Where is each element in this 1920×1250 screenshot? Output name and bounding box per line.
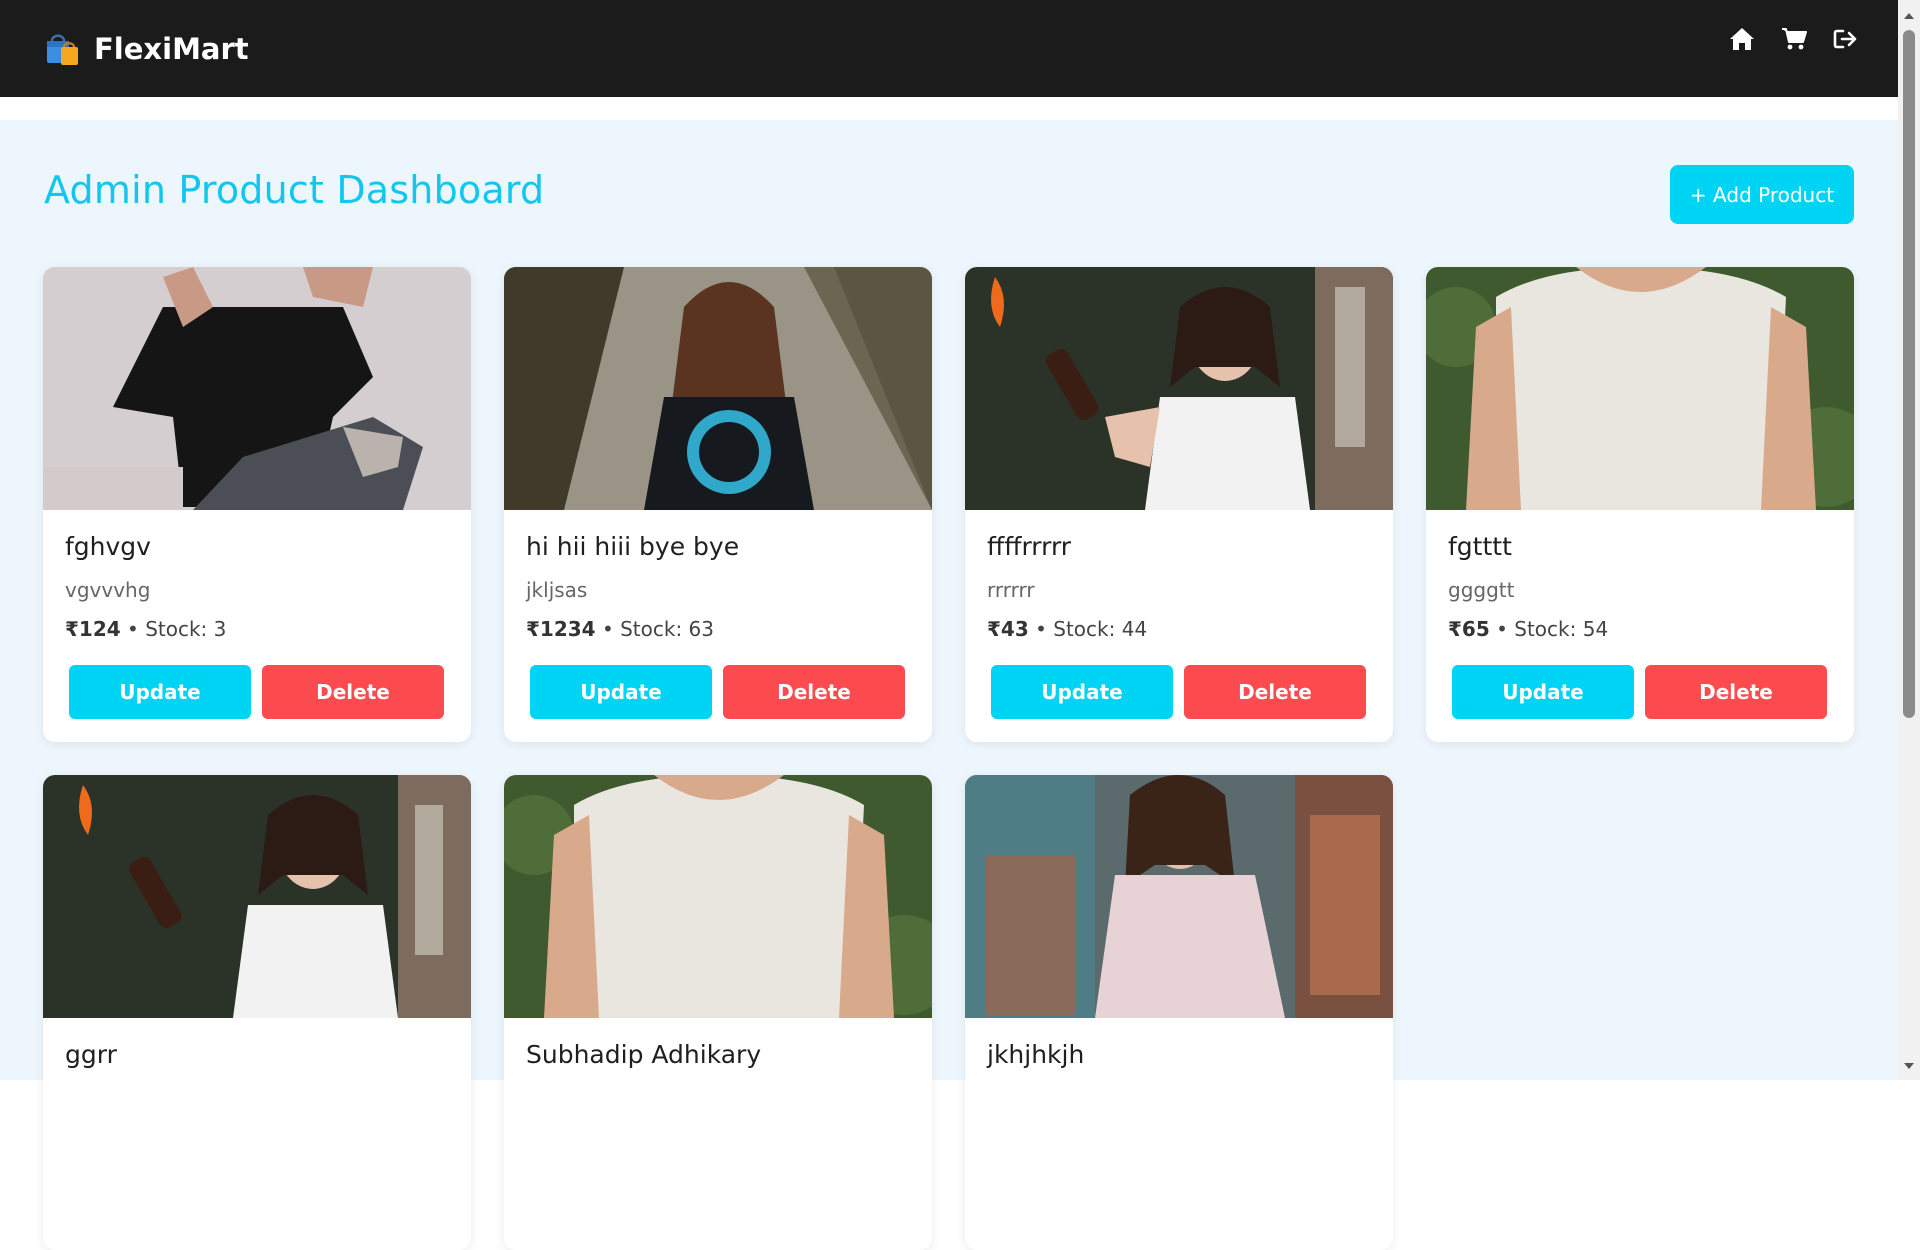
shopping-bags-icon — [44, 32, 80, 66]
nav-icons — [1727, 24, 1861, 54]
page-title: Admin Product Dashboard — [44, 168, 545, 212]
product-card: ffffrrrrr rrrrrr ₹43 • Stock: 44 Update … — [965, 267, 1393, 742]
update-button[interactable]: Update — [530, 665, 712, 719]
product-description: rrrrrr — [987, 578, 1035, 602]
product-card: fghvgv vgvvvhg ₹124 • Stock: 3 Update De… — [43, 267, 471, 742]
product-stock: Stock: 44 — [1053, 617, 1148, 641]
cart-icon[interactable] — [1779, 24, 1809, 54]
brand[interactable]: FlexiMart — [44, 32, 249, 66]
update-button[interactable]: Update — [991, 665, 1173, 719]
product-stock: Stock: 3 — [145, 617, 227, 641]
product-card: jkhjhkjh — [965, 775, 1393, 1250]
product-card: hi hii hiii bye bye jkljsas ₹1234 • Stoc… — [504, 267, 932, 742]
brand-name: FlexiMart — [94, 31, 249, 66]
scrollbar-thumb[interactable] — [1903, 30, 1915, 718]
product-image — [504, 267, 932, 510]
product-name: ffffrrrrr — [987, 532, 1072, 561]
card-actions: Update Delete — [69, 665, 444, 719]
product-name: fgtttt — [1448, 532, 1512, 561]
delete-button[interactable]: Delete — [723, 665, 905, 719]
product-description: jkljsas — [526, 578, 588, 602]
product-image — [965, 267, 1393, 510]
product-name: Subhadip Adhikary — [526, 1040, 762, 1069]
product-name: ggrr — [65, 1040, 117, 1069]
logout-icon[interactable] — [1831, 24, 1861, 54]
product-description: ggggtt — [1448, 578, 1515, 602]
product-stock: Stock: 54 — [1514, 617, 1609, 641]
update-button[interactable]: Update — [1452, 665, 1634, 719]
product-meta: ₹1234 • Stock: 63 — [526, 617, 715, 641]
card-actions: Update Delete — [991, 665, 1366, 719]
home-icon[interactable] — [1727, 24, 1757, 54]
product-name: jkhjhkjh — [987, 1040, 1085, 1069]
product-image — [965, 775, 1393, 1018]
scroll-up-arrow-icon[interactable] — [1898, 6, 1920, 26]
dashboard-main: Admin Product Dashboard + Add Product fg… — [0, 120, 1898, 1250]
product-name: hi hii hiii bye bye — [526, 532, 740, 561]
product-image — [43, 775, 471, 1018]
product-price: ₹43 — [987, 617, 1029, 641]
navbar: FlexiMart — [0, 0, 1898, 97]
product-meta: ₹43 • Stock: 44 — [987, 617, 1148, 641]
product-price: ₹65 — [1448, 617, 1490, 641]
product-name: fghvgv — [65, 532, 151, 561]
product-stock: Stock: 63 — [620, 617, 715, 641]
product-card: Subhadip Adhikary — [504, 775, 932, 1250]
product-price: ₹1234 — [526, 617, 596, 641]
product-meta: ₹65 • Stock: 54 — [1448, 617, 1609, 641]
header-spacer — [0, 97, 1898, 120]
scroll-down-arrow-icon[interactable] — [1898, 1056, 1920, 1076]
product-description: vgvvvhg — [65, 578, 151, 602]
delete-button[interactable]: Delete — [1645, 665, 1827, 719]
add-product-button[interactable]: + Add Product — [1670, 165, 1854, 224]
product-meta: ₹124 • Stock: 3 — [65, 617, 227, 641]
card-actions: Update Delete — [1452, 665, 1827, 719]
product-image — [1426, 267, 1854, 510]
product-price: ₹124 — [65, 617, 121, 641]
delete-button[interactable]: Delete — [1184, 665, 1366, 719]
product-card: ggrr — [43, 775, 471, 1250]
update-button[interactable]: Update — [69, 665, 251, 719]
card-actions: Update Delete — [530, 665, 905, 719]
product-grid: fghvgv vgvvvhg ₹124 • Stock: 3 Update De… — [43, 267, 1854, 1250]
product-image — [43, 267, 471, 510]
delete-button[interactable]: Delete — [262, 665, 444, 719]
product-card: fgtttt ggggtt ₹65 • Stock: 54 Update Del… — [1426, 267, 1854, 742]
product-image — [504, 775, 932, 1018]
scrollbar[interactable] — [1898, 0, 1920, 1080]
